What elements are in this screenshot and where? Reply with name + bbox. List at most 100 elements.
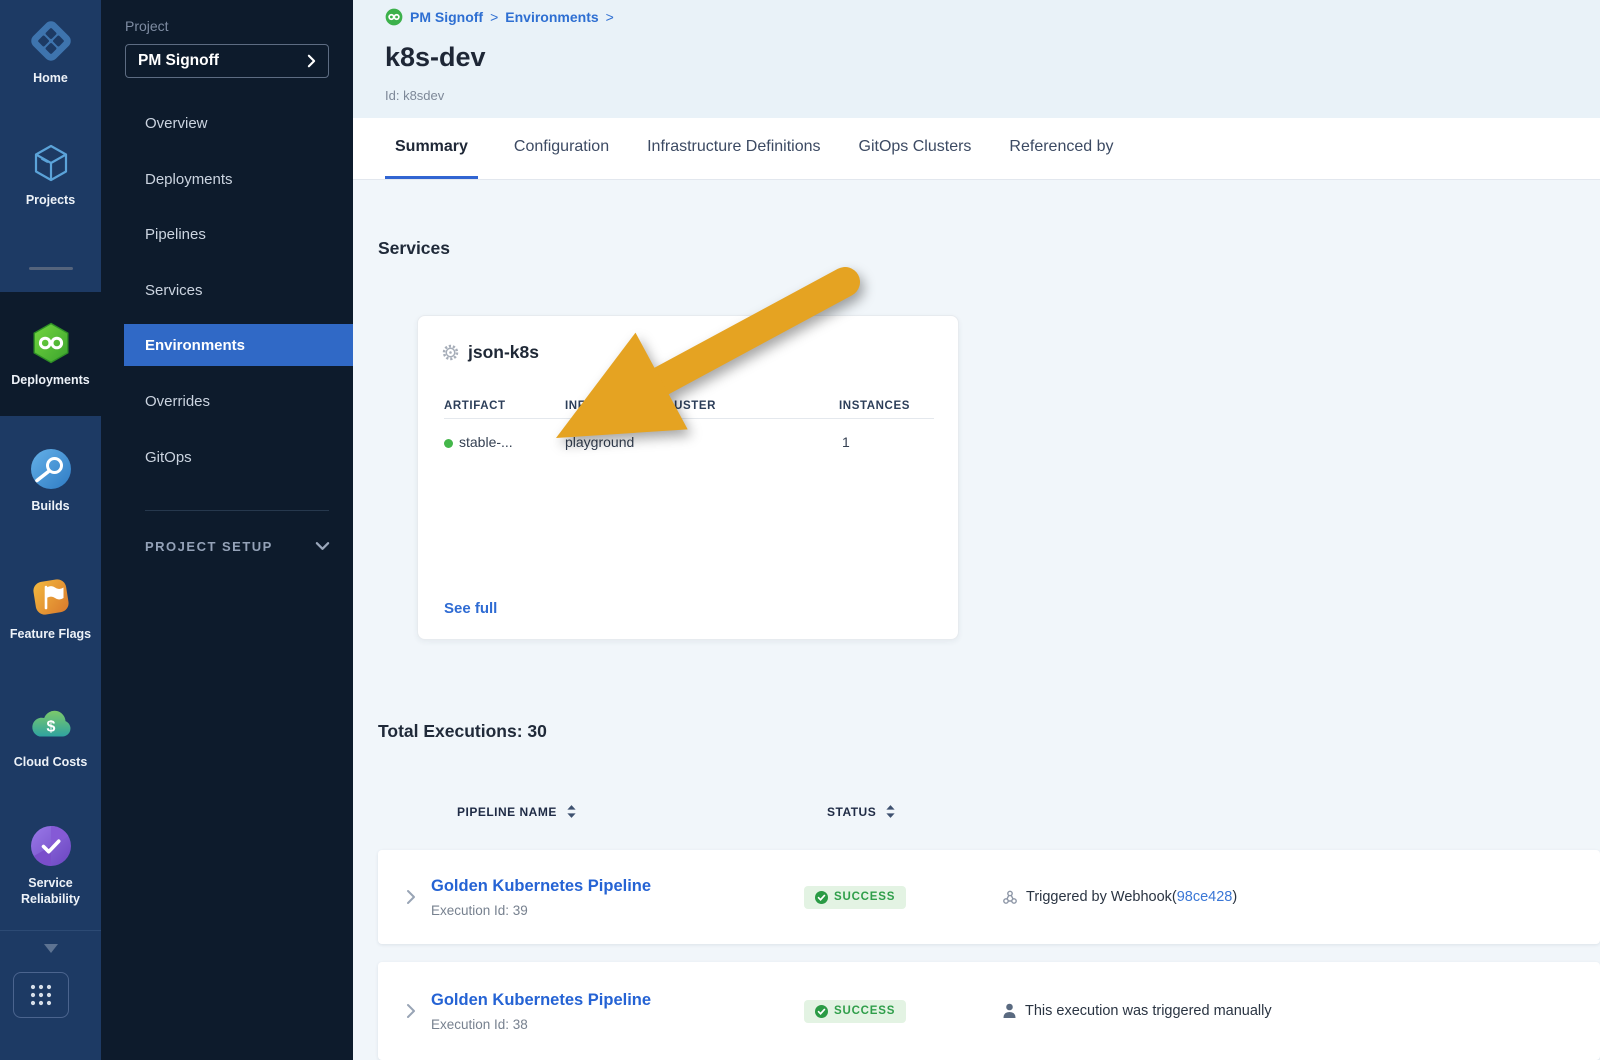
sidebar-item-overview[interactable]: Overview [101, 102, 353, 144]
execution-row[interactable]: Golden Kubernetes Pipeline Execution Id:… [378, 962, 1600, 1060]
service-name: json-k8s [468, 342, 539, 363]
chevron-right-icon [307, 54, 316, 68]
chevron-down-icon [39, 942, 63, 956]
rail-label: Service Reliability [6, 876, 96, 907]
trigger-info: This execution was triggered manually [1002, 1003, 1272, 1019]
sort-icon[interactable] [885, 804, 896, 819]
sidebar-item-label: Overrides [145, 393, 210, 410]
tab-referenced-by[interactable]: Referenced by [1007, 118, 1115, 179]
sidebar-item-pipelines[interactable]: Pipelines [101, 213, 353, 255]
expand-row-button[interactable] [378, 1003, 431, 1019]
rail-item-deployments[interactable]: Deployments [0, 292, 101, 416]
rail-item-builds[interactable]: Builds [0, 416, 101, 544]
sidebar-item-label: Environments [145, 337, 245, 354]
rail-divider [0, 244, 101, 292]
gear-icon [442, 344, 459, 361]
sidebar-item-overrides[interactable]: Overrides [101, 380, 353, 422]
cluster-value: playground [565, 434, 634, 450]
trigger-info: Triggered by Webhook(98ce428) [1002, 889, 1237, 905]
tab-gitops-clusters[interactable]: GitOps Clusters [857, 118, 974, 179]
tab-summary[interactable]: Summary [385, 118, 478, 179]
cloud-costs-icon: $ [28, 702, 74, 748]
apps-grid-icon [28, 982, 54, 1008]
sidebar-item-label: Deployments [145, 171, 233, 188]
execution-row[interactable]: Golden Kubernetes Pipeline Execution Id:… [378, 850, 1600, 944]
pipeline-name-link[interactable]: Golden Kubernetes Pipeline [431, 991, 804, 1010]
app-window: Home Projects Deployments [0, 0, 1600, 1060]
instances-value: 1 [842, 434, 850, 450]
column-header-instances: INSTANCES [839, 400, 910, 412]
cd-module-icon [385, 8, 403, 26]
projects-cube-icon [28, 140, 74, 186]
rail-item-home[interactable]: Home [0, 0, 101, 104]
column-header-label: PIPELINE NAME [457, 805, 557, 819]
svg-text:$: $ [46, 718, 55, 735]
column-header-cluster: INFRA/GITOPS CLUSTER [565, 400, 716, 412]
total-executions-heading: Total Executions: 30 [378, 721, 547, 742]
rail-label: Cloud Costs [14, 755, 88, 771]
chevron-right-icon [406, 889, 416, 905]
tab-configuration[interactable]: Configuration [512, 118, 611, 179]
services-heading: Services [378, 238, 450, 259]
column-header-status[interactable]: STATUS [827, 804, 896, 819]
success-check-icon [815, 1005, 828, 1018]
sidebar-item-gitops[interactable]: GitOps [101, 436, 353, 478]
sidebar-item-label: Services [145, 282, 203, 299]
chevron-down-icon [315, 541, 330, 551]
rail-label: Feature Flags [10, 627, 91, 643]
project-setup-label: PROJECT SETUP [145, 539, 273, 554]
trigger-text: This execution was triggered manually [1025, 1003, 1272, 1019]
module-rail: Home Projects Deployments [0, 0, 101, 1060]
rail-item-service-reliability[interactable]: Service Reliability [0, 800, 101, 930]
execution-id: Execution Id: 38 [431, 1017, 804, 1032]
status-badge: SUCCESS [804, 1000, 906, 1023]
artifact-value: stable-... [459, 434, 513, 450]
page-header: PM Signoff > Environments > k8s-dev Id: … [353, 0, 1600, 118]
feature-flags-icon [28, 574, 74, 620]
rail-label: Deployments [11, 373, 90, 389]
sidebar-item-services[interactable]: Services [101, 269, 353, 311]
sidebar-item-environments[interactable]: Environments [124, 324, 353, 366]
sidebar-item-label: Pipelines [145, 226, 206, 243]
rail-item-feature-flags[interactable]: Feature Flags [0, 544, 101, 672]
status-label: SUCCESS [834, 1005, 895, 1017]
sort-icon[interactable] [566, 804, 577, 819]
tab-infrastructure-definitions[interactable]: Infrastructure Definitions [645, 118, 822, 179]
pipeline-name-cell: Golden Kubernetes Pipeline Execution Id:… [431, 877, 804, 918]
project-selector[interactable]: PM Signoff [125, 44, 329, 78]
trigger-text: Triggered by Webhook(98ce428) [1026, 889, 1237, 905]
status-badge: SUCCESS [804, 886, 906, 909]
sidebar-item-label: GitOps [145, 449, 192, 466]
project-name: PM Signoff [138, 52, 307, 70]
column-header-pipeline-name[interactable]: PIPELINE NAME [457, 804, 577, 819]
project-sidebar: Project PM Signoff Overview Deployments … [101, 0, 353, 1060]
all-modules-button[interactable] [13, 972, 69, 1018]
status-label: SUCCESS [834, 891, 895, 903]
rail-collapse-button[interactable] [0, 930, 101, 966]
webhook-icon [1002, 889, 1018, 905]
rail-label: Builds [31, 499, 69, 515]
expand-row-button[interactable] [378, 889, 431, 905]
breadcrumb: PM Signoff > Environments > [385, 8, 614, 26]
see-full-link[interactable]: See full [444, 600, 497, 617]
user-icon [1002, 1003, 1017, 1019]
sidebar-item-deployments[interactable]: Deployments [101, 158, 353, 200]
breadcrumb-project-link[interactable]: PM Signoff [410, 9, 483, 25]
webhook-id-link[interactable]: 98ce428 [1177, 889, 1233, 905]
pipeline-name-cell: Golden Kubernetes Pipeline Execution Id:… [431, 991, 804, 1032]
breadcrumb-environments-link[interactable]: Environments [505, 9, 598, 25]
breadcrumb-separator: > [490, 9, 498, 25]
column-header-label: STATUS [827, 805, 876, 819]
rail-item-cloud-costs[interactable]: $ Cloud Costs [0, 672, 101, 800]
pipeline-name-link[interactable]: Golden Kubernetes Pipeline [431, 877, 804, 896]
project-setup-toggle[interactable]: PROJECT SETUP [101, 528, 353, 564]
service-reliability-icon [28, 823, 74, 869]
rail-item-projects[interactable]: Projects [0, 104, 101, 244]
rail-label: Projects [26, 193, 75, 209]
service-card[interactable]: json-k8s ARTIFACT INFRA/GITOPS CLUSTER I… [417, 315, 959, 640]
sidebar-item-label: Overview [145, 115, 208, 132]
execution-id: Execution Id: 39 [431, 903, 804, 918]
chevron-right-icon [406, 1003, 416, 1019]
page-id: Id: k8sdev [385, 88, 444, 103]
deployments-icon [28, 320, 74, 366]
